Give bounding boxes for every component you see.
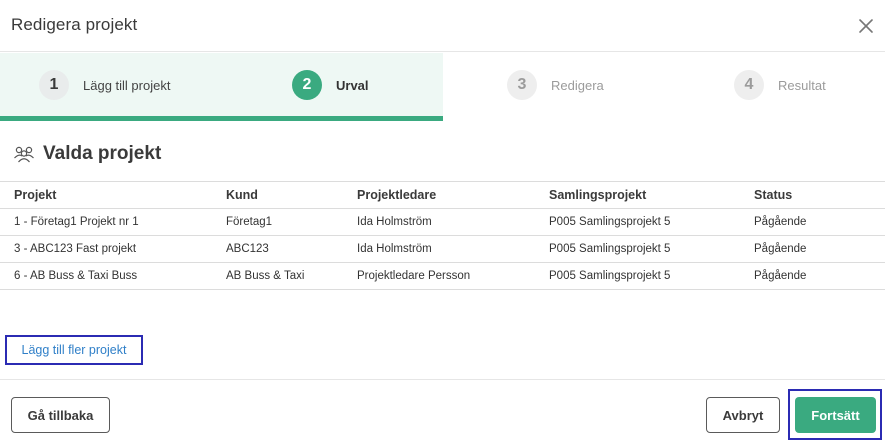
column-header-projekt[interactable]: Projekt <box>14 182 56 208</box>
cell-projekt: 6 - AB Buss & Taxi Buss <box>14 270 138 282</box>
cancel-button[interactable]: Avbryt <box>706 397 780 433</box>
column-header-samlingsprojekt[interactable]: Samlingsprojekt <box>549 182 646 208</box>
step-label: Resultat <box>778 77 826 93</box>
step-2[interactable]: 2 Urval <box>292 70 369 100</box>
table-row[interactable]: 3 - ABC123 Fast projekt ABC123 Ida Holms… <box>0 236 885 263</box>
cell-projektledare: Ida Holmström <box>357 216 432 228</box>
cell-kund: ABC123 <box>226 243 269 255</box>
step-label: Redigera <box>551 77 604 93</box>
projects-table: Projekt Kund Projektledare Samlingsproje… <box>0 181 885 290</box>
step-label: Urval <box>336 77 369 93</box>
continue-button[interactable]: Fortsätt <box>795 397 876 433</box>
cell-status: Pågående <box>754 216 807 228</box>
cell-projektledare: Projektledare Persson <box>357 270 471 282</box>
modal-footer: Gå tillbaka Avbryt Fortsätt <box>0 379 885 444</box>
step-4[interactable]: 4 Resultat <box>734 70 826 100</box>
add-more-projects-link[interactable]: Lägg till fler projekt <box>5 335 143 365</box>
stepper: 1 Lägg till projekt 2 Urval 3 Redigera 4… <box>0 53 885 121</box>
step-number: 2 <box>292 70 322 100</box>
column-header-projektledare[interactable]: Projektledare <box>357 182 436 208</box>
table-row[interactable]: 1 - Företag1 Projekt nr 1 Företag1 Ida H… <box>0 209 885 236</box>
step-1[interactable]: 1 Lägg till projekt <box>39 70 170 100</box>
cell-samlingsprojekt: P005 Samlingsprojekt 5 <box>549 270 671 282</box>
cell-status: Pågående <box>754 243 807 255</box>
step-number: 1 <box>39 70 69 100</box>
table-row[interactable]: 6 - AB Buss & Taxi Buss AB Buss & Taxi P… <box>0 263 885 290</box>
section-heading: Valda projekt <box>13 142 161 166</box>
cell-status: Pågående <box>754 270 807 282</box>
cell-samlingsprojekt: P005 Samlingsprojekt 5 <box>549 216 671 228</box>
step-3[interactable]: 3 Redigera <box>507 70 604 100</box>
cell-projekt: 3 - ABC123 Fast projekt <box>14 243 137 255</box>
step-number: 4 <box>734 70 764 100</box>
modal-title: Redigera projekt <box>11 15 138 34</box>
cell-projekt: 1 - Företag1 Projekt nr 1 <box>14 216 139 228</box>
cell-samlingsprojekt: P005 Samlingsprojekt 5 <box>549 243 671 255</box>
cell-kund: Företag1 <box>226 216 273 228</box>
step-label: Lägg till projekt <box>83 77 171 93</box>
close-button[interactable] <box>855 15 877 37</box>
table-header-row: Projekt Kund Projektledare Samlingsproje… <box>0 182 885 209</box>
back-button[interactable]: Gå tillbaka <box>11 397 110 433</box>
modal-header: Redigera projekt <box>0 0 885 52</box>
users-icon <box>14 146 34 163</box>
close-icon <box>859 19 873 33</box>
step-number: 3 <box>507 70 537 100</box>
column-header-kund[interactable]: Kund <box>226 182 258 208</box>
progress-bar <box>0 116 443 121</box>
cell-projektledare: Ida Holmström <box>357 243 432 255</box>
cell-kund: AB Buss & Taxi <box>226 270 305 282</box>
section-title: Valda projekt <box>43 143 162 164</box>
column-header-status[interactable]: Status <box>754 182 792 208</box>
